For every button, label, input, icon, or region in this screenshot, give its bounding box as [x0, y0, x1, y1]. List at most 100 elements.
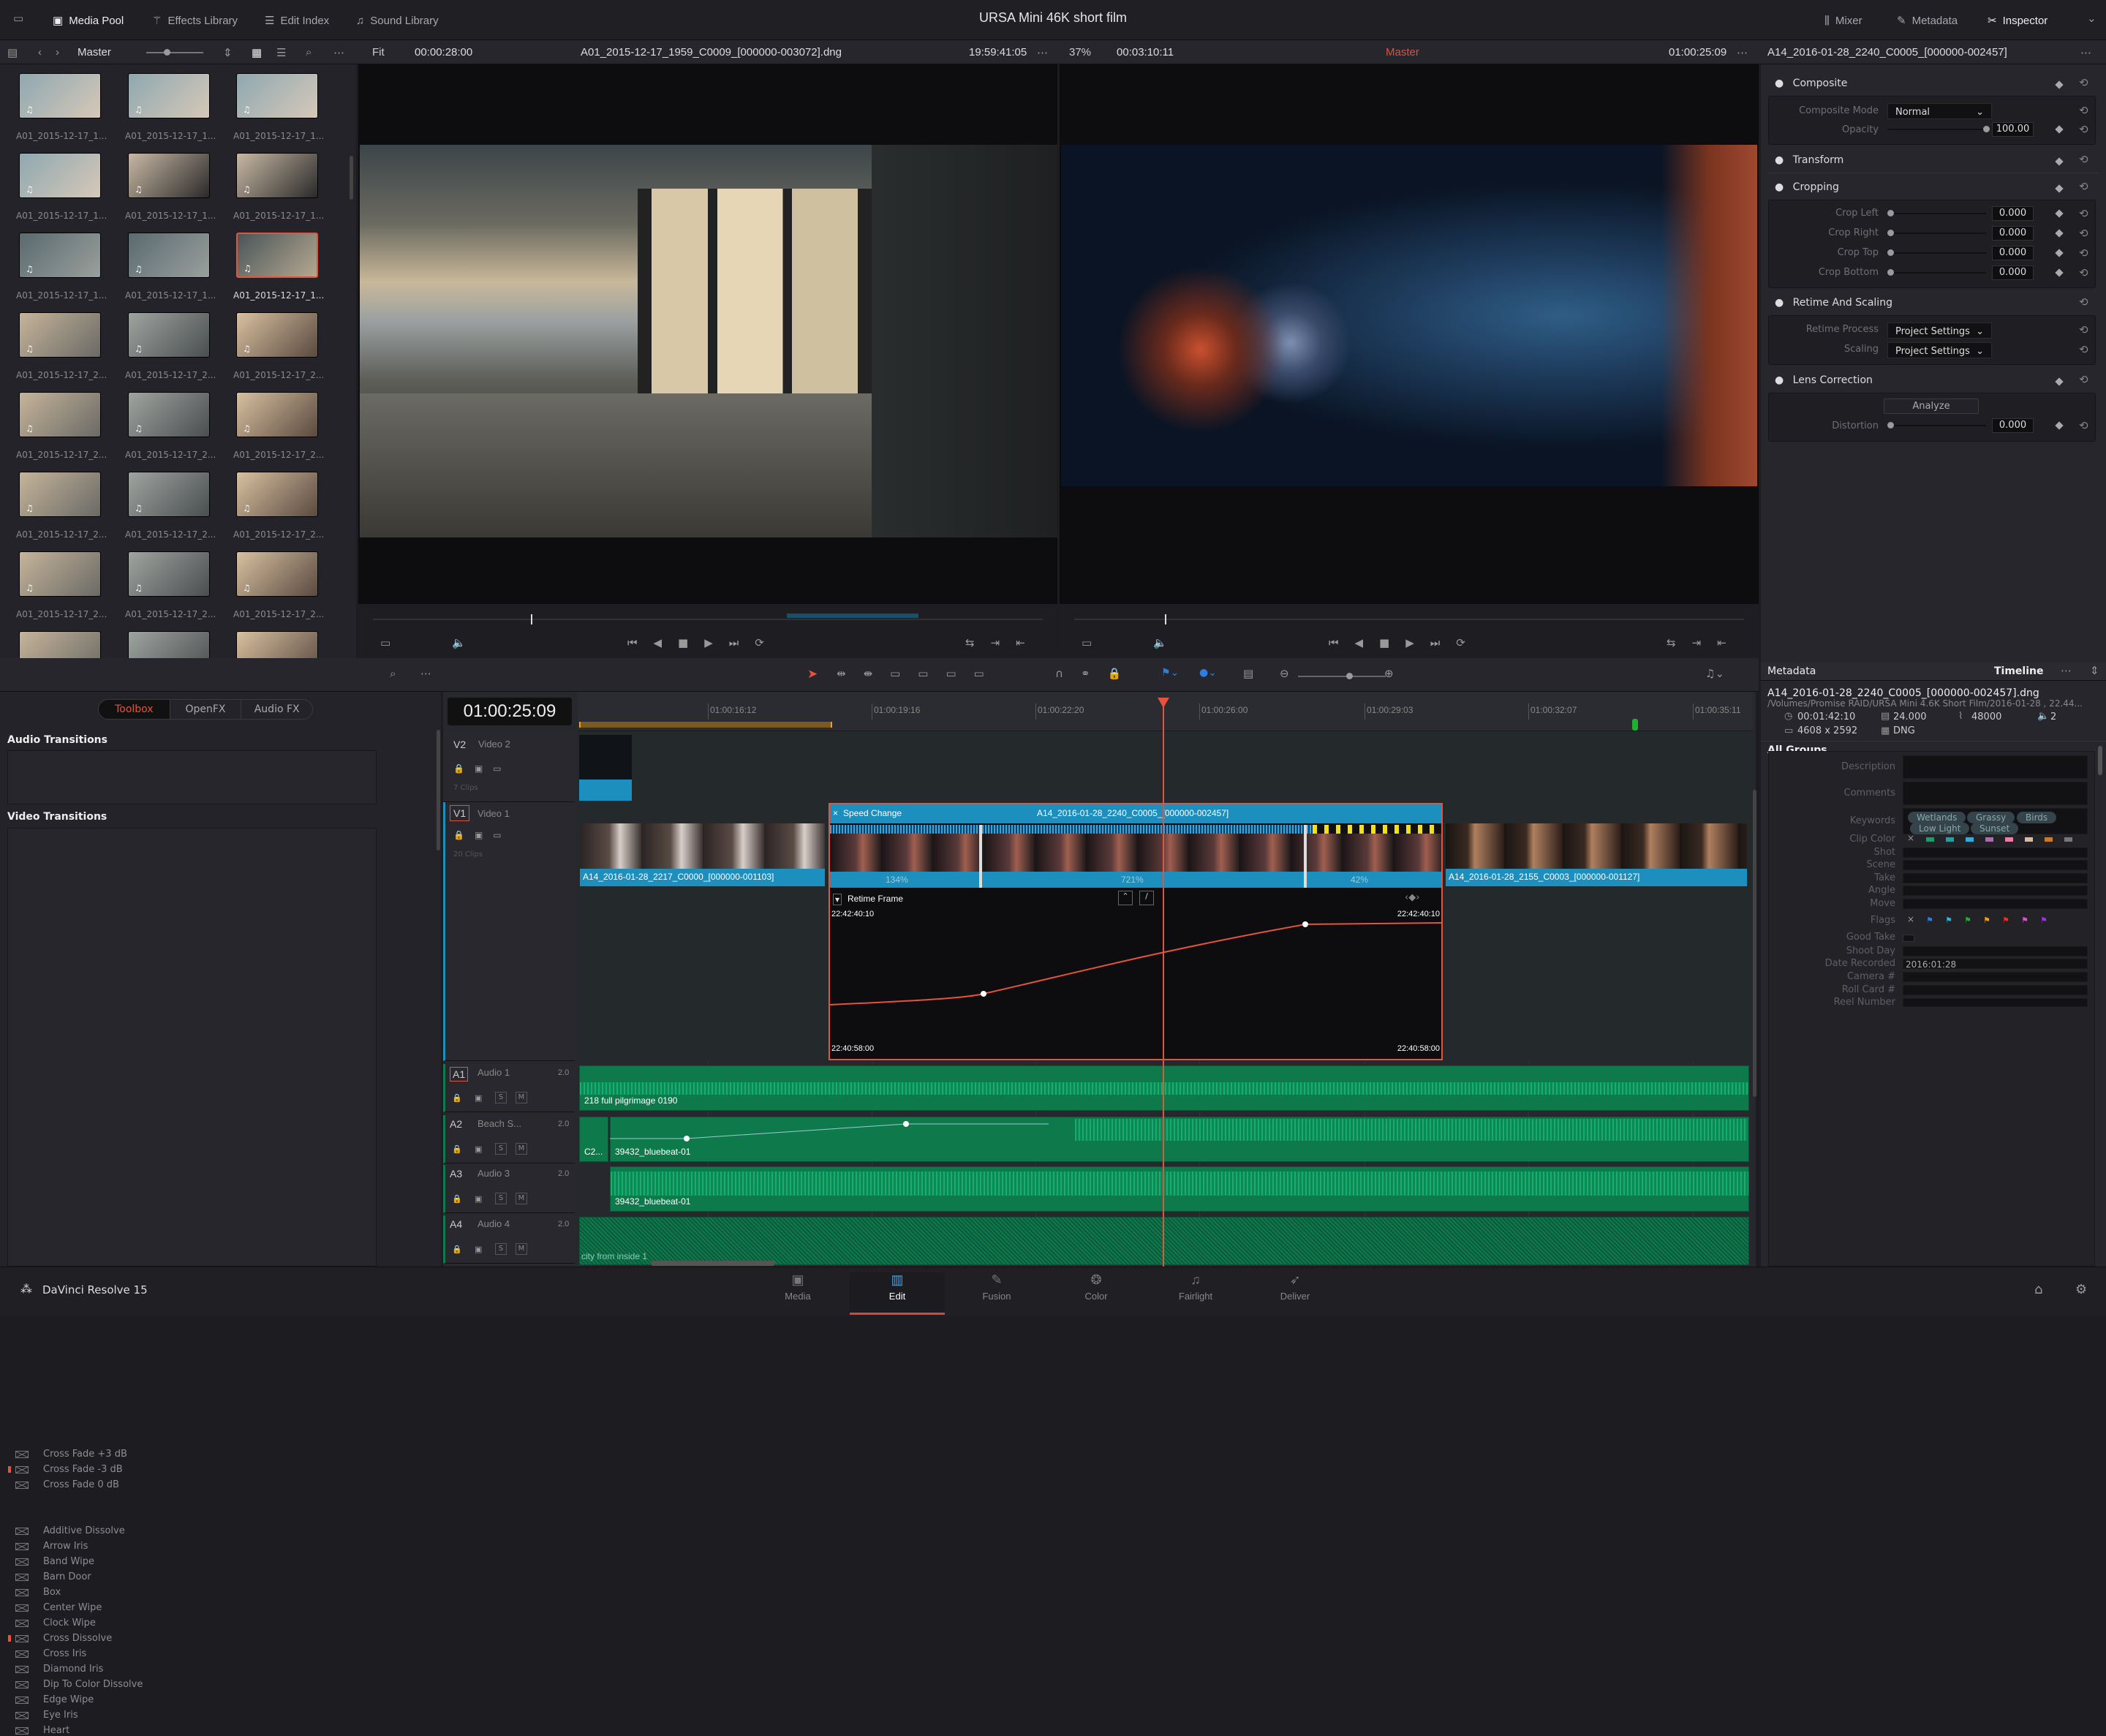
effects-scrollbar[interactable]	[437, 730, 440, 850]
effect-item[interactable]: Cross Fade 0 dB	[15, 1479, 119, 1490]
crop-slider[interactable]	[1887, 269, 1986, 276]
transport-controls[interactable]: ⏮◀■▶⏭⟳	[627, 636, 780, 649]
timeline-view-icon[interactable]: ▤	[1243, 667, 1253, 680]
effect-item[interactable]: Eye Iris	[15, 1710, 78, 1721]
page-fusion[interactable]: ✎ Fusion	[949, 1272, 1044, 1302]
field-input-move[interactable]	[1903, 899, 2088, 909]
source-viewer[interactable]	[358, 64, 1057, 604]
media-pool-clip[interactable]: ♫	[236, 551, 318, 597]
speed-value[interactable]: 134%	[886, 875, 908, 885]
section-cropping[interactable]: ● Cropping	[1775, 181, 1839, 193]
v2-clip[interactable]	[579, 735, 632, 801]
crop-slider[interactable]	[1887, 230, 1986, 236]
settings-gear-icon[interactable]: ⚙	[2075, 1282, 2087, 1297]
media-pool-clip[interactable]: ♫	[236, 73, 318, 118]
distortion-value[interactable]: 0.000	[1992, 418, 2034, 433]
audio-clip[interactable]: 39432_bluebeat-01	[610, 1166, 1749, 1212]
track-name[interactable]: Audio 3	[478, 1168, 510, 1179]
program-viewer[interactable]	[1060, 64, 1759, 604]
metadata-scope-dropdown[interactable]: Timeline	[1994, 665, 2044, 677]
mute-button[interactable]: M	[516, 1092, 527, 1103]
slider-knob[interactable]	[1887, 210, 1894, 216]
track-name[interactable]: Video 1	[478, 808, 510, 819]
track-id[interactable]: A3	[450, 1168, 462, 1180]
effect-item[interactable]: Clock Wipe	[15, 1618, 96, 1629]
source-playhead[interactable]	[531, 614, 532, 624]
program-scrubber[interactable]	[1074, 619, 1744, 620]
reset-icon[interactable]: ⟲	[2079, 419, 2088, 432]
auto-track-icon[interactable]: ▣	[475, 1093, 482, 1103]
flag-icon[interactable]: ⚑⌄	[1161, 667, 1179, 679]
reset-icon[interactable]: ⟲	[2079, 104, 2088, 117]
retime-frame-curve-editor[interactable]: ▾ Retime Frame ⌃ / ‹◆› 22:42:40:10 22:42…	[830, 888, 1441, 1059]
track-id[interactable]: A2	[450, 1118, 462, 1130]
lock-icon[interactable]: 🔒	[452, 1194, 462, 1204]
effect-item[interactable]: Diamond Iris	[15, 1664, 103, 1675]
zoom-in-icon[interactable]: ⊕	[1384, 667, 1394, 680]
reset-icon[interactable]: ⟲	[2079, 266, 2088, 279]
grid-view-icon[interactable]: ▦	[252, 46, 262, 59]
program-zoom[interactable]: 37%	[1069, 46, 1091, 59]
crop-value[interactable]: 0.000	[1992, 226, 2034, 241]
in-out-range[interactable]	[579, 722, 832, 728]
scaling-dropdown[interactable]: Project Settings ⌄	[1887, 342, 1992, 358]
nav-back-icon[interactable]: ‹	[38, 46, 42, 59]
auto-track-icon[interactable]: ▣	[475, 1245, 482, 1254]
media-pool-clip[interactable]: ♫	[128, 233, 210, 278]
composite-mode-dropdown[interactable]: Normal ⌄	[1887, 103, 1992, 119]
flag-icon[interactable]: ⚑	[2002, 916, 2009, 925]
clear-flag-icon[interactable]: ×	[1907, 914, 1914, 924]
track-name[interactable]: Video 2	[478, 739, 510, 750]
reset-icon[interactable]: ⟲	[2079, 227, 2088, 240]
slider-knob[interactable]	[1887, 230, 1894, 236]
audio-clip[interactable]: city from inside 1	[579, 1217, 1749, 1265]
field-input-angle[interactable]	[1903, 886, 2088, 896]
field-input-camera[interactable]	[1903, 972, 2088, 982]
field-input-description[interactable]	[1903, 755, 2088, 779]
track-id[interactable]: A1	[450, 1067, 469, 1082]
keyword-tag[interactable]: Low Light	[1910, 823, 1970, 834]
good-take-checkbox[interactable]	[1903, 935, 1914, 942]
reset-icon[interactable]: ⟲	[2079, 373, 2088, 386]
marker-green[interactable]	[1632, 719, 1638, 731]
transport-controls[interactable]: ⏮◀■▶⏭⟳	[1329, 636, 1482, 649]
clip-color-swatch[interactable]	[1926, 837, 1934, 842]
crop-slider[interactable]	[1887, 249, 1986, 256]
reset-icon[interactable]: ⟲	[2079, 153, 2088, 166]
media-pool-clip[interactable]: ♫	[236, 392, 318, 437]
effect-item[interactable]: Cross Fade -3 dB	[15, 1464, 123, 1475]
marker-icon[interactable]: ●⌄	[1199, 667, 1217, 679]
selection-tool-icon[interactable]: ➤	[807, 667, 818, 682]
program-edit-buttons[interactable]: ⇆⇥⇤	[1667, 636, 1743, 649]
volume-icon[interactable]: 🔈	[452, 636, 466, 649]
page-deliver[interactable]: ➶ Deliver	[1248, 1272, 1343, 1302]
media-pool-clip[interactable]: ♫	[128, 392, 210, 437]
speed-value[interactable]: 42%	[1351, 875, 1368, 885]
program-more-icon[interactable]: ⋯	[1737, 46, 1748, 59]
v1-clip-right[interactable]: A14_2016-01-28_2155_C0003_[000000-001127…	[1446, 823, 1747, 886]
tab-openfx[interactable]: OpenFX	[169, 700, 241, 719]
sort-icon[interactable]: ⇕	[223, 46, 233, 59]
opacity-slider[interactable]	[1887, 126, 1990, 132]
close-icon[interactable]: ×	[833, 808, 838, 818]
field-input-scene[interactable]	[1903, 860, 2088, 870]
reset-icon[interactable]: ⟲	[2079, 343, 2088, 356]
solo-button[interactable]: S	[495, 1092, 507, 1103]
tab-metadata[interactable]: ✎ Metadata	[1897, 10, 1958, 31]
viewer-mode-icon[interactable]: ▭	[380, 636, 390, 649]
keyword-tag[interactable]: Birds	[2017, 812, 2057, 823]
reset-icon[interactable]: ⟲	[2079, 323, 2088, 336]
flag-icon[interactable]: ⚑	[1945, 916, 1952, 925]
reset-icon[interactable]: ⟲	[2079, 246, 2088, 260]
mute-button[interactable]: M	[516, 1193, 527, 1204]
solo-button[interactable]: S	[495, 1143, 507, 1155]
media-pool-clip[interactable]: ♫	[19, 551, 101, 597]
keyword-tag[interactable]: Grassy	[1967, 812, 2015, 823]
effect-item[interactable]: Barn Door	[15, 1571, 91, 1582]
reset-icon[interactable]: ⟲	[2079, 76, 2088, 89]
volume-icon[interactable]: 🔈	[1153, 636, 1167, 649]
lock-icon[interactable]: 🔒	[452, 1093, 462, 1103]
home-icon[interactable]: ⌂	[2034, 1282, 2042, 1297]
tab-audio-fx[interactable]: Audio FX	[241, 700, 312, 719]
playhead-handle[interactable]	[1158, 698, 1169, 708]
